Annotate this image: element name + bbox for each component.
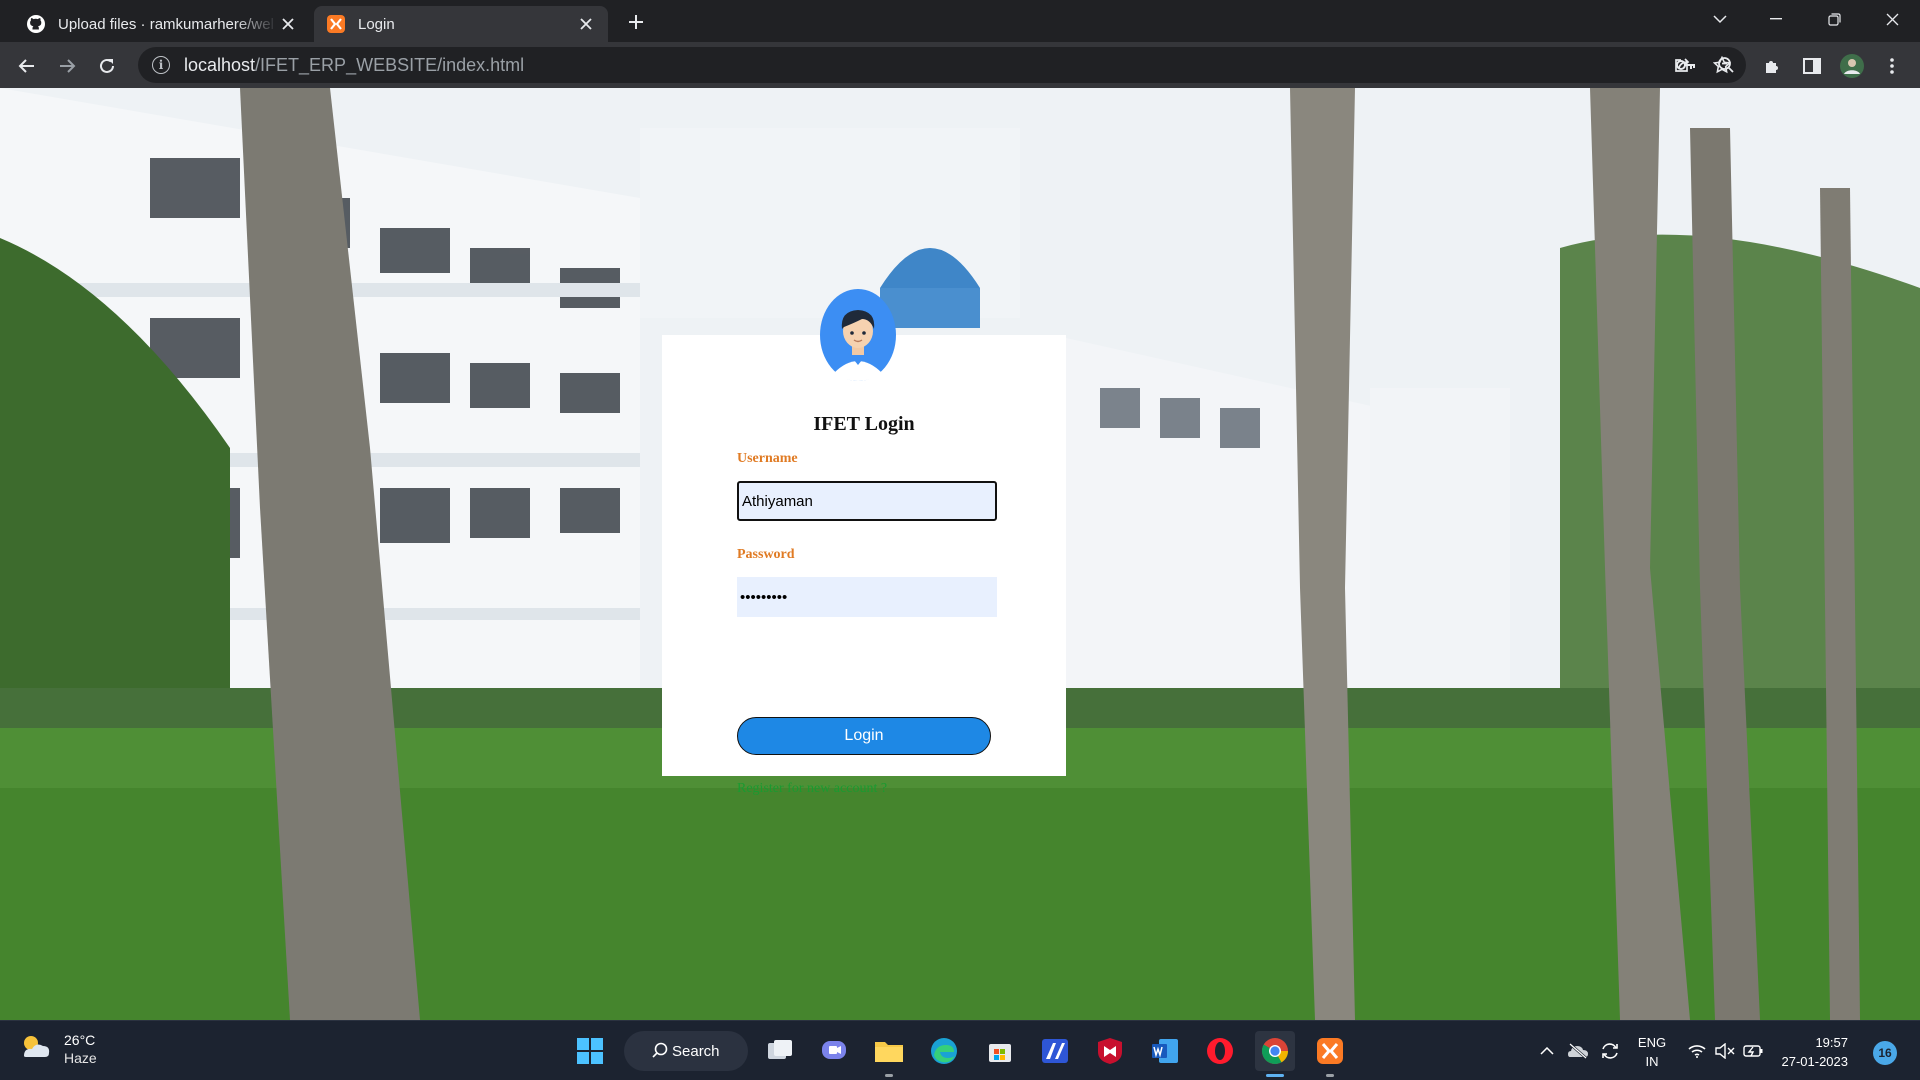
language-line1: ENG — [1637, 1035, 1667, 1050]
tab-upload-files[interactable]: Upload files · ramkumarhere/wel — [14, 6, 310, 42]
clock-time: 19:57 — [1815, 1035, 1848, 1050]
app-icon[interactable] — [1035, 1031, 1075, 1071]
forward-icon[interactable] — [51, 50, 83, 82]
search-icon — [652, 1042, 668, 1062]
back-icon[interactable] — [11, 50, 43, 82]
register-link[interactable]: Register for new account ? — [737, 781, 887, 797]
sidepanel-icon[interactable] — [1796, 50, 1828, 82]
url-host: localhost — [184, 54, 256, 75]
share-icon[interactable] — [1666, 49, 1698, 81]
onedrive-offline-icon[interactable] — [1564, 1021, 1592, 1080]
profile-avatar[interactable] — [1836, 50, 1868, 82]
close-window-button[interactable] — [1864, 0, 1920, 38]
extensions-icon[interactable] — [1756, 50, 1788, 82]
user-avatar-icon — [820, 289, 896, 381]
mcafee-icon[interactable] — [1090, 1031, 1130, 1071]
search-label: Search — [672, 1042, 720, 1060]
restore-button[interactable] — [1806, 0, 1862, 38]
tab-login[interactable]: Login — [314, 6, 608, 42]
browser-toolbar: i localhost/IFET_ERP_WEBSITE/index.html — [0, 42, 1920, 88]
page-viewport: IFET Login Username Password Login Regis… — [0, 88, 1920, 1020]
login-title: IFET Login — [813, 413, 915, 435]
language-indicator[interactable]: ENG IN — [1634, 1033, 1670, 1071]
github-icon — [26, 14, 46, 34]
tab-search-chevron-icon[interactable] — [1692, 0, 1748, 38]
volume-muted-icon[interactable] — [1712, 1021, 1738, 1080]
xampp-icon[interactable] — [1310, 1031, 1350, 1077]
reload-icon[interactable] — [91, 50, 123, 82]
new-tab-button[interactable] — [622, 6, 650, 38]
task-view-icon[interactable] — [760, 1031, 800, 1071]
username-label: Username — [737, 451, 798, 466]
teams-chat-icon[interactable] — [814, 1031, 854, 1071]
weather-condition: Haze — [64, 1050, 97, 1066]
password-input[interactable] — [737, 577, 997, 617]
word-icon[interactable] — [1145, 1031, 1185, 1071]
wifi-icon[interactable] — [1684, 1021, 1710, 1080]
windows-taskbar: 26°C Haze Search ENG IN 19:57 27-01-2023… — [0, 1020, 1920, 1080]
store-icon[interactable] — [980, 1031, 1020, 1071]
menu-icon[interactable] — [1876, 50, 1908, 82]
url-path: /IFET_ERP_WEBSITE/index.html — [255, 54, 525, 75]
clock-date: 27-01-2023 — [1781, 1054, 1849, 1069]
notification-badge[interactable]: 16 — [1873, 1041, 1897, 1065]
weather-haze-icon — [18, 1032, 52, 1067]
battery-charging-icon[interactable] — [1740, 1021, 1766, 1080]
weather-temp: 26°C — [64, 1032, 96, 1048]
address-bar[interactable]: i localhost/IFET_ERP_WEBSITE/index.html — [138, 47, 1746, 83]
tab-title: Login — [358, 15, 395, 33]
sync-icon[interactable] — [1596, 1021, 1624, 1080]
star-icon[interactable] — [1706, 49, 1738, 81]
login-button[interactable]: Login — [737, 717, 991, 755]
close-icon[interactable] — [576, 14, 596, 34]
file-explorer-icon[interactable] — [869, 1031, 909, 1077]
language-line2: IN — [1645, 1054, 1659, 1069]
chevron-up-icon[interactable] — [1536, 1021, 1558, 1080]
weather-widget[interactable]: 26°C Haze — [18, 1031, 97, 1067]
close-icon[interactable] — [278, 14, 298, 34]
edge-icon[interactable] — [924, 1031, 964, 1071]
login-card: IFET Login Username Password Login Regis… — [662, 289, 1066, 796]
browser-tabstrip: Upload files · ramkumarhere/wel Login — [0, 0, 1920, 42]
username-input[interactable] — [737, 481, 997, 521]
chrome-icon[interactable] — [1255, 1031, 1295, 1077]
password-label: Password — [737, 547, 795, 562]
site-info-icon[interactable]: i — [152, 56, 170, 74]
tab-title: Upload files · ramkumarhere/wel — [58, 15, 274, 33]
xampp-icon — [326, 14, 346, 34]
taskbar-search[interactable]: Search — [624, 1031, 748, 1071]
windows-start-icon[interactable] — [570, 1031, 610, 1071]
opera-icon[interactable] — [1200, 1031, 1240, 1071]
minimize-button[interactable] — [1748, 0, 1804, 38]
system-clock[interactable]: 19:57 27-01-2023 — [1778, 1033, 1849, 1071]
